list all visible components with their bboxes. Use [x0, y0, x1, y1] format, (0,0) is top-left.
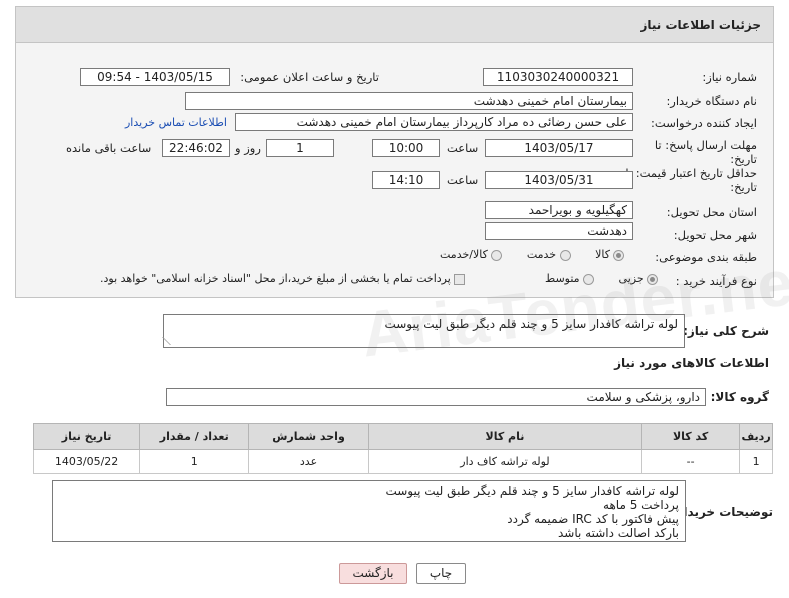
reply-deadline-label: مهلت ارسال پاسخ: تا تاریخ: [654, 138, 757, 166]
category-option-both[interactable]: کالا/خدمت [440, 248, 503, 261]
price-validity-time-label: ساعت [447, 173, 479, 187]
buyer-note-line: پیش فاکتور با کد IRC ضمیمه گردد [507, 512, 679, 526]
category-label: طبقه بندی موضوعی: [655, 250, 757, 264]
process-option-medium[interactable]: متوسط [545, 272, 595, 285]
buyer-notes-label: توضیحات خریدار: [671, 505, 773, 519]
cell-row: 1 [739, 449, 773, 474]
category-options: کالا خدمت کالا/خدمت [440, 248, 625, 261]
description-textarea[interactable]: لوله تراشه کافدار سایز 5 و چند قلم دیگر … [162, 314, 685, 348]
description-text: لوله تراشه کافدار سایز 5 و چند قلم دیگر … [384, 317, 678, 331]
reply-deadline-time-field[interactable]: 10:00 [372, 139, 440, 157]
cell-code: -- [641, 449, 741, 474]
category-option-goods[interactable]: کالا [595, 248, 625, 261]
buyer-note-line: پرداخت 5 ماهه [603, 498, 679, 512]
radio-service[interactable] [559, 249, 571, 261]
cell-name: لوله تراشه کاف دار [367, 449, 643, 474]
requester-field[interactable]: علی حسن رضائی ده مراد کارپرداز بیمارستان… [235, 113, 633, 131]
price-validity-date-field[interactable]: 1403/05/31 [485, 171, 633, 189]
col-row-header: ردیف [739, 423, 773, 450]
table-row[interactable]: 1 -- لوله تراشه کاف دار عدد 1 1403/05/22 [32, 449, 773, 474]
radio-goods[interactable] [613, 249, 625, 261]
category-option-service[interactable]: خدمت [527, 248, 571, 261]
process-option-minor[interactable]: جزیی [619, 272, 659, 285]
announce-datetime-label: تاریخ و ساعت اعلان عمومی: [240, 70, 379, 84]
announce-datetime-field[interactable]: 1403/05/15 - 09:54 [80, 68, 230, 86]
treasury-payment-option[interactable]: پرداخت تمام یا بخشی از مبلغ خرید،از محل … [100, 272, 466, 285]
buyer-org-label: نام دستگاه خریدار: [666, 94, 757, 108]
resize-grip-icon[interactable] [162, 337, 178, 345]
panel-header: جزئیات اطلاعات نیاز [16, 7, 773, 43]
cell-date: 1403/05/22 [32, 449, 141, 474]
radio-both[interactable] [491, 249, 503, 261]
buyer-org-field[interactable]: بیمارستان امام خمینی دهدشت [185, 92, 633, 110]
remaining-time-field[interactable]: 22:46:02 [162, 139, 230, 157]
reply-time-label: ساعت [447, 141, 479, 155]
col-code-header: کد کالا [641, 423, 741, 450]
city-label: شهر محل تحویل: [673, 228, 757, 242]
print-button[interactable]: چاپ [416, 563, 466, 584]
buyer-note-line: بارکد اصالت داشته باشد [557, 526, 679, 540]
cell-qty: 1 [139, 449, 250, 474]
need-number-field[interactable]: 1103030240000321 [483, 68, 633, 86]
buyer-notes-textarea[interactable]: لوله تراشه کافدار سایز 5 و چند قلم دیگر … [52, 480, 686, 542]
buyer-note-line: لوله تراشه کافدار سایز 5 و چند قلم دیگر … [385, 484, 679, 498]
treasury-checkbox[interactable] [454, 273, 466, 285]
remaining-time-label: ساعت باقی مانده [66, 141, 152, 155]
cell-unit: عدد [248, 449, 369, 474]
reply-deadline-date-field[interactable]: 1403/05/17 [485, 139, 633, 157]
col-date-header: تاریخ نیاز [32, 423, 141, 450]
province-label: استان محل تحویل: [666, 205, 757, 219]
goods-group-label: گروه کالا: [710, 390, 769, 404]
goods-group-field[interactable]: دارو، پزشکی و سلامت [166, 388, 706, 406]
goods-info-title: اطلاعات کالاهای مورد نیاز [614, 356, 769, 370]
remaining-days-field[interactable]: 1 [266, 139, 334, 157]
col-unit-header: واحد شمارش [248, 423, 369, 450]
goods-table: ردیف کد کالا نام کالا واحد شمارش تعداد /… [32, 423, 773, 474]
purchase-process-label: نوع فرآیند خرید : [675, 274, 757, 288]
col-name-header: نام کالا [367, 423, 643, 450]
need-number-label: شماره نیاز: [702, 70, 757, 84]
province-field[interactable]: کهگیلویه و بویراحمد [485, 201, 633, 219]
radio-minor[interactable] [647, 273, 659, 285]
treasury-note: پرداخت تمام یا بخشی از مبلغ خرید،از محل … [100, 272, 451, 285]
col-qty-header: تعداد / مقدار [139, 423, 250, 450]
price-validity-label: حداقل تاریخ اعتبار قیمت: تا تاریخ: [625, 166, 757, 194]
city-field[interactable]: دهدشت [485, 222, 633, 240]
price-validity-time-field[interactable]: 14:10 [372, 171, 440, 189]
back-button[interactable]: بازگشت [339, 563, 407, 584]
radio-medium[interactable] [583, 273, 595, 285]
description-label: شرح کلی نیاز: [683, 324, 769, 338]
buyer-contact-link[interactable]: اطلاعات تماس خریدار [125, 116, 227, 129]
panel-title: جزئیات اطلاعات نیاز [640, 17, 761, 32]
table-header-row: ردیف کد کالا نام کالا واحد شمارش تعداد /… [32, 423, 773, 450]
purchase-process-options: جزیی متوسط [545, 272, 659, 285]
requester-label: ایجاد کننده درخواست: [651, 116, 757, 130]
days-label: روز و [235, 141, 261, 155]
